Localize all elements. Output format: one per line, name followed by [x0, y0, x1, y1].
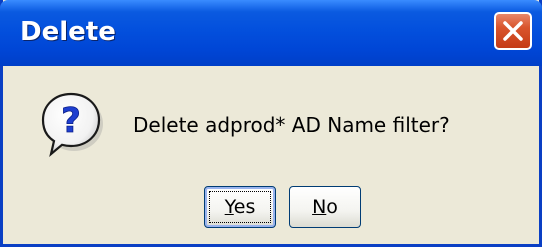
svg-text:?: ?: [61, 101, 81, 141]
no-button-label: o: [326, 196, 338, 218]
yes-button-mnemonic: Y: [224, 196, 234, 218]
no-button-mnemonic: N: [312, 196, 327, 218]
title-bar[interactable]: Delete: [0, 0, 542, 66]
dialog-title: Delete: [20, 17, 116, 47]
dialog-body: ? Delete adprod* AD Name filter? Yes No: [3, 66, 539, 244]
no-button[interactable]: No: [289, 186, 361, 228]
dialog-message: Delete adprod* AD Name filter?: [133, 113, 450, 137]
yes-button-label: es: [233, 196, 256, 218]
close-icon: [503, 21, 523, 41]
close-button[interactable]: [494, 12, 532, 50]
question-icon: ?: [35, 88, 107, 160]
yes-button[interactable]: Yes: [204, 186, 276, 228]
delete-dialog: Delete ? Delete adprod* AD Name filter? …: [0, 0, 542, 247]
